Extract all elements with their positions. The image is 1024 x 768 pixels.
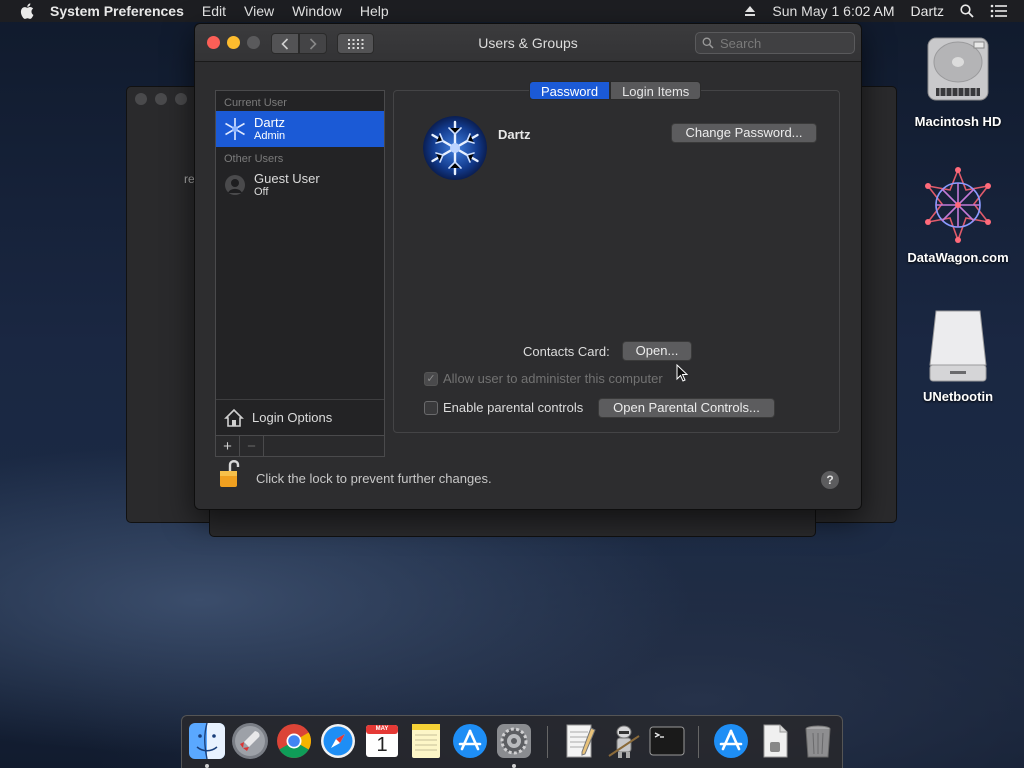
dock: MAY 1	[181, 715, 843, 768]
parental-controls-checkbox[interactable]	[424, 400, 438, 415]
app-menu[interactable]: System Preferences	[50, 3, 184, 19]
users-groups-window: Users & Groups Search Current User Dartz…	[194, 23, 862, 510]
search-placeholder: Search	[720, 35, 762, 51]
disk-image-icon	[929, 310, 987, 382]
menu-view[interactable]: View	[244, 3, 274, 19]
search-field[interactable]: Search	[695, 32, 855, 54]
hard-drive-icon	[927, 37, 989, 101]
textedit-icon	[566, 724, 596, 758]
dock-chrome[interactable]	[275, 722, 313, 760]
guest-user-status: Off	[254, 186, 269, 198]
open-parental-controls-button[interactable]: Open Parental Controls...	[598, 398, 775, 418]
user-name: Dartz	[254, 115, 286, 130]
dock-calendar[interactable]: MAY 1	[363, 722, 401, 760]
user-role: Admin	[254, 130, 286, 142]
allow-admin-row: ✓ Allow user to administer this computer	[424, 371, 663, 386]
running-indicator	[512, 764, 516, 768]
dock-terminal[interactable]	[648, 722, 686, 760]
menu-window[interactable]: Window	[292, 3, 342, 19]
user-row-guest[interactable]: Guest User Off	[216, 167, 384, 203]
document-icon	[763, 724, 788, 758]
search-icon	[702, 37, 714, 49]
parental-controls-row: Enable parental controls	[424, 400, 583, 415]
robot-icon	[608, 725, 640, 758]
app-store-icon	[453, 724, 487, 758]
chrome-icon	[277, 724, 311, 758]
dock-safari[interactable]	[319, 722, 357, 760]
running-indicator	[205, 764, 209, 768]
allow-admin-label: Allow user to administer this computer	[443, 371, 663, 386]
add-remove-bar: + −	[215, 436, 385, 457]
desktop-icon-unetbootin[interactable]: UNetbootin	[903, 305, 1013, 404]
remove-user-button[interactable]: −	[240, 436, 264, 456]
tab-bar: Password Login Items	[529, 81, 702, 100]
dock-system-preferences[interactable]	[495, 722, 533, 760]
dock-app-store[interactable]	[451, 722, 489, 760]
title-bar[interactable]: Users & Groups Search	[195, 24, 861, 62]
dock-downloads-stack[interactable]	[712, 722, 750, 760]
contacts-card-label: Contacts Card:	[523, 344, 610, 359]
desktop-icon-label: Macintosh HD	[914, 114, 1002, 129]
app-store-icon	[714, 724, 748, 758]
dock-launchpad[interactable]	[231, 722, 269, 760]
menu-edit[interactable]: Edit	[202, 3, 226, 19]
house-icon	[224, 408, 244, 427]
desktop-icon-label: DataWagon.com	[907, 250, 1009, 265]
menu-bar: System Preferences Edit View Window Help…	[0, 0, 1024, 22]
dock-automator[interactable]	[605, 722, 643, 760]
rocket-icon	[232, 723, 268, 759]
dock-textedit[interactable]	[561, 722, 599, 760]
guest-user-name: Guest User	[254, 171, 320, 186]
network-star-icon	[925, 167, 991, 243]
mouse-cursor-icon	[676, 364, 688, 382]
login-options-item[interactable]: Login Options	[216, 399, 384, 435]
dock-trash[interactable]	[799, 722, 837, 760]
allow-admin-checkbox[interactable]: ✓	[424, 371, 438, 386]
clock[interactable]: Sun May 1 6:02 AM	[772, 3, 894, 19]
desktop-icon-datawagon[interactable]: DataWagon.com	[903, 166, 1013, 265]
eject-icon[interactable]	[744, 5, 756, 17]
dock-separator	[547, 726, 548, 758]
snowflake-avatar-icon	[222, 116, 248, 142]
lock-message: Click the lock to prevent further change…	[256, 471, 492, 486]
tab-login-items[interactable]: Login Items	[610, 81, 702, 100]
gear-icon	[497, 724, 531, 758]
notes-icon	[412, 724, 440, 758]
desktop-icon-label: UNetbootin	[922, 389, 994, 404]
change-password-button[interactable]: Change Password...	[671, 123, 817, 143]
open-contacts-button[interactable]: Open...	[622, 341, 692, 361]
login-options-label: Login Options	[252, 410, 333, 425]
tab-password[interactable]: Password	[529, 81, 611, 100]
user-list: Current User Dartz Admin Other Users Gue…	[215, 90, 385, 436]
snowflake-picture-icon	[423, 116, 487, 180]
dock-separator	[698, 726, 699, 758]
compass-icon	[321, 724, 355, 758]
guest-user-icon	[222, 172, 248, 198]
menu-help[interactable]: Help	[360, 3, 389, 19]
trash-icon	[805, 725, 831, 758]
parental-controls-label: Enable parental controls	[443, 400, 584, 415]
dock-documents-stack[interactable]	[756, 722, 794, 760]
terminal-icon	[649, 726, 685, 756]
detail-user-name: Dartz	[498, 127, 531, 142]
background-window-controls	[135, 93, 195, 105]
notification-center-icon[interactable]	[990, 4, 1008, 18]
current-user-header: Current User	[224, 97, 287, 109]
spotlight-search-icon[interactable]	[960, 4, 974, 18]
desktop-icon-macintosh-hd[interactable]: Macintosh HD	[903, 30, 1013, 129]
dock-notes[interactable]	[407, 722, 445, 760]
apple-logo-icon[interactable]	[18, 3, 36, 19]
user-avatar[interactable]	[423, 116, 487, 180]
finder-icon	[189, 722, 225, 760]
calendar-month: MAY	[375, 726, 389, 732]
calendar-day: 1	[376, 734, 388, 756]
other-users-header: Other Users	[224, 153, 284, 165]
unlocked-lock-icon[interactable]	[219, 458, 241, 488]
add-user-button[interactable]: +	[216, 436, 240, 456]
dock-finder[interactable]	[188, 722, 226, 760]
help-button[interactable]: ?	[821, 471, 839, 489]
user-row-dartz[interactable]: Dartz Admin	[216, 111, 384, 147]
user-menu[interactable]: Dartz	[911, 3, 944, 19]
